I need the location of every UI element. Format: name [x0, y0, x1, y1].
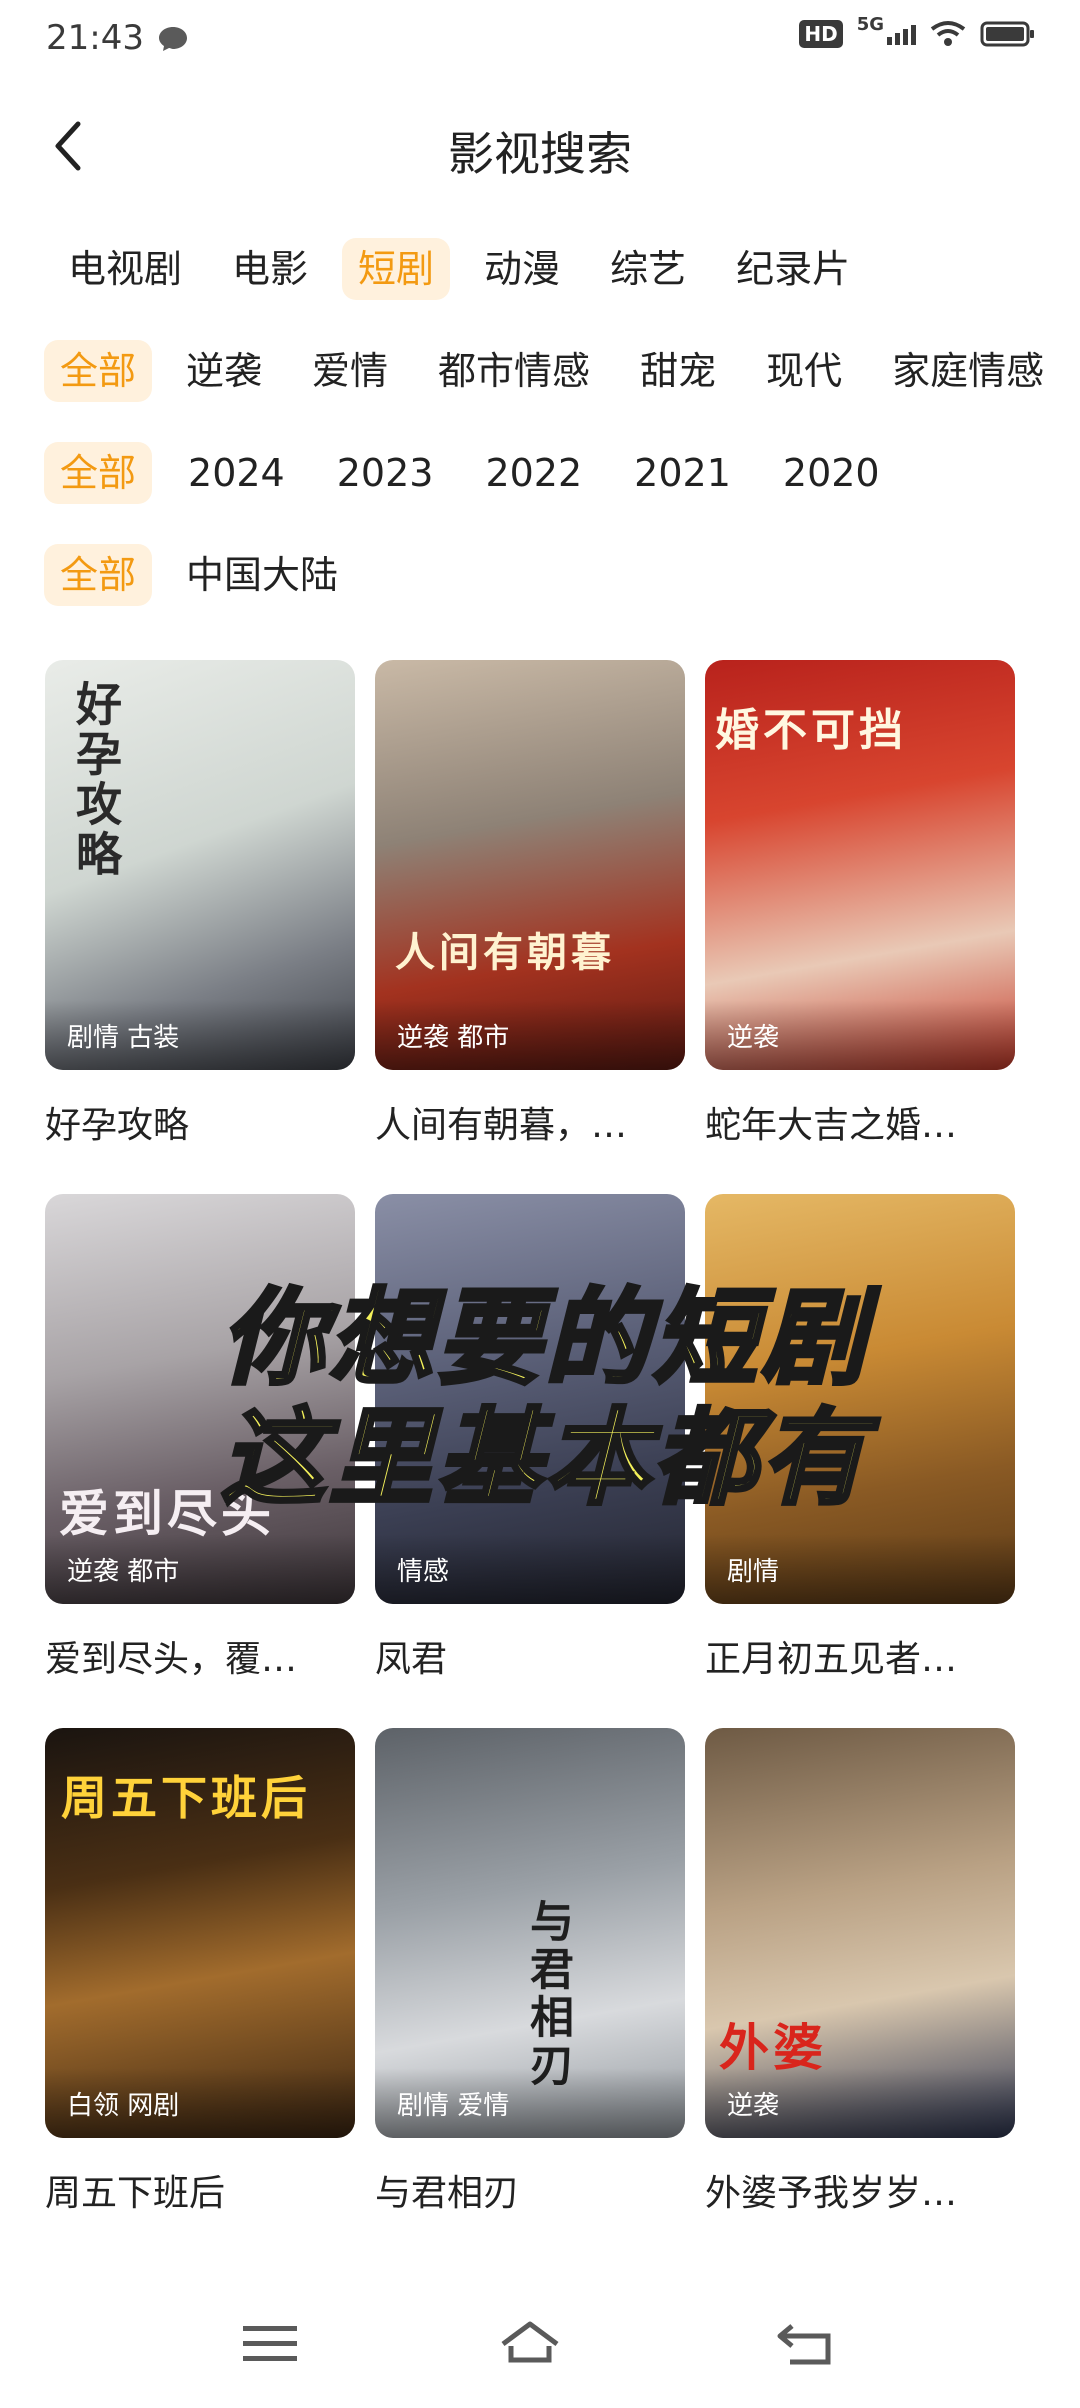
wifi-icon — [930, 21, 966, 46]
drama-card[interactable]: 周五下班后 白领 网剧 周五下班后 — [45, 1728, 355, 2216]
poster-title-art: 婚不可挡 — [715, 705, 907, 756]
year-chip[interactable]: 2024 — [172, 442, 301, 504]
year-chip[interactable]: 2020 — [767, 442, 896, 504]
drama-card[interactable]: 人间有朝暮 逆袭 都市 人间有朝暮，… — [375, 660, 685, 1148]
category-chip[interactable]: 综艺 — [594, 238, 702, 300]
return-icon[interactable] — [770, 2316, 840, 2372]
genre-chip[interactable]: 逆袭 — [170, 340, 278, 402]
category-chip[interactable]: 纪录片 — [720, 238, 866, 300]
drama-card[interactable]: 与君相刃 剧情 爱情 与君相刃 — [375, 1728, 685, 2216]
category-chip[interactable]: 电视剧 — [52, 238, 198, 300]
signal-icon: 5G — [857, 14, 916, 45]
drama-title[interactable]: 外婆予我岁岁… — [705, 2164, 1015, 2216]
drama-title[interactable]: 人间有朝暮，… — [375, 1096, 685, 1148]
poster-tags: 逆袭 — [727, 1023, 780, 1053]
year-chip[interactable]: 2022 — [469, 442, 598, 504]
poster-tags: 剧情 爱情 — [397, 2091, 510, 2121]
drama-title[interactable]: 与君相刃 — [375, 2164, 685, 2216]
category-chip-selected[interactable]: 短剧 — [342, 238, 451, 300]
system-nav-bar — [0, 2280, 1080, 2408]
drama-title[interactable]: 周五下班后 — [45, 2164, 355, 2216]
poster-title-art: 好孕攻略 — [69, 680, 123, 880]
promo-line-2: 这里基本都有 — [219, 1396, 869, 1520]
category-chip[interactable]: 动漫 — [468, 238, 576, 300]
status-bar: 21:43 HD 5G — [0, 0, 1080, 80]
drama-poster[interactable]: 周五下班后 白领 网剧 — [45, 1728, 355, 2138]
drama-card[interactable]: 好孕攻略 剧情 古装 好孕攻略 — [45, 660, 355, 1148]
genre-chip[interactable]: 家庭情感 — [876, 340, 1060, 402]
drama-poster[interactable]: 婚不可挡 逆袭 — [705, 660, 1015, 1070]
drama-card[interactable]: 婚不可挡 逆袭 蛇年大吉之婚… — [705, 660, 1015, 1148]
poster-title-art: 周五下班后 — [61, 1771, 311, 1825]
drama-poster[interactable]: 外婆 逆袭 — [705, 1728, 1015, 2138]
poster-tags: 逆袭 都市 — [67, 1557, 180, 1587]
battery-icon — [980, 21, 1034, 47]
poster-tags: 情感 — [397, 1557, 450, 1587]
drama-poster[interactable]: 与君相刃 剧情 爱情 — [375, 1728, 685, 2138]
poster-title-art: 与君相刃 — [522, 1898, 573, 2090]
hd-badge: HD — [799, 20, 843, 48]
drama-title[interactable]: 爱到尽头，覆… — [45, 1630, 355, 1682]
poster-tags: 剧情 — [727, 1557, 780, 1587]
genre-chip[interactable]: 都市情感 — [422, 340, 606, 402]
year-filter-row: 全部 2024 2023 2022 2021 2020 — [44, 438, 896, 508]
year-chip[interactable]: 2023 — [321, 442, 450, 504]
header: 影视搜索 — [0, 96, 1080, 196]
network-label: 5G — [856, 13, 884, 35]
drama-poster[interactable]: 好孕攻略 剧情 古装 — [45, 660, 355, 1070]
drama-title[interactable]: 正月初五见者… — [705, 1630, 1015, 1682]
category-filter-row: 电视剧 电影 短剧 动漫 综艺 纪录片 — [52, 234, 866, 304]
genre-filter-row: 全部 逆袭 爱情 都市情感 甜宠 现代 家庭情感 — [44, 336, 1060, 406]
poster-tags: 白领 网剧 — [67, 2091, 180, 2121]
year-chip[interactable]: 2021 — [618, 442, 747, 504]
poster-tags: 剧情 古装 — [67, 1023, 180, 1053]
promo-overlay: 你想要的短剧 这里基本都有 — [185, 1276, 905, 1520]
page-title: 影视搜索 — [448, 127, 632, 181]
chat-icon — [159, 27, 187, 51]
drama-card[interactable]: 外婆 逆袭 外婆予我岁岁… — [705, 1728, 1015, 2216]
home-icon[interactable] — [495, 2316, 565, 2372]
status-icons: HD 5G — [799, 14, 1036, 48]
status-time: 21:43 — [46, 18, 144, 58]
category-chip[interactable]: 电影 — [216, 238, 324, 300]
region-chip[interactable]: 中国大陆 — [170, 544, 354, 606]
poster-title-art: 人间有朝暮 — [395, 930, 615, 976]
region-chip-selected[interactable]: 全部 — [44, 544, 153, 606]
year-chip-selected[interactable]: 全部 — [44, 442, 153, 504]
region-filter-row: 全部 中国大陆 — [44, 540, 354, 610]
drama-poster[interactable]: 人间有朝暮 逆袭 都市 — [375, 660, 685, 1070]
poster-tags: 逆袭 都市 — [397, 1023, 510, 1053]
genre-chip-selected[interactable]: 全部 — [44, 340, 153, 402]
genre-chip[interactable]: 爱情 — [296, 340, 404, 402]
poster-tags: 逆袭 — [727, 2091, 780, 2121]
drama-title[interactable]: 好孕攻略 — [45, 1096, 355, 1148]
promo-line-1: 你想要的短剧 — [219, 1276, 869, 1400]
genre-chip[interactable]: 现代 — [750, 340, 858, 402]
menu-icon[interactable] — [235, 2316, 305, 2372]
genre-chip[interactable]: 甜宠 — [624, 340, 732, 402]
drama-title[interactable]: 凤君 — [375, 1630, 685, 1682]
drama-title[interactable]: 蛇年大吉之婚… — [705, 1096, 1015, 1148]
